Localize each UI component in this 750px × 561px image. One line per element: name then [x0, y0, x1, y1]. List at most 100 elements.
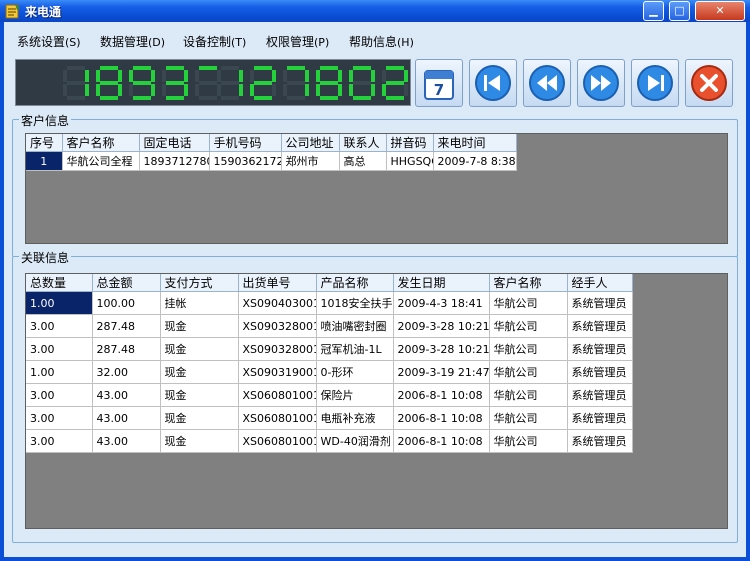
table-cell[interactable]: 系统管理员	[567, 291, 633, 315]
table-cell[interactable]: 挂帐	[160, 291, 239, 315]
table-row[interactable]: 1华航公司全程1893712780215903621725郑州市高总HHGSQC…	[26, 151, 517, 171]
table-cell[interactable]: 现金	[160, 406, 239, 430]
table-cell[interactable]: 2009-7-8 8:38	[433, 151, 517, 171]
previous-record-button[interactable]	[523, 59, 571, 107]
column-header[interactable]: 产品名称	[316, 274, 394, 292]
table-cell[interactable]: 1	[26, 151, 63, 171]
table-cell[interactable]: XS090319001	[238, 360, 317, 384]
table-cell[interactable]: 2006-8-1 10:08	[393, 383, 490, 407]
column-header[interactable]: 来电时间	[433, 134, 517, 152]
customer-grid[interactable]: 序号 客户名称 固定电话 手机号码 公司地址 联系人 拼音码 来电时间 1 华航公司全程 18937…	[25, 133, 728, 244]
table-cell[interactable]: 华航公司	[489, 337, 568, 361]
column-header[interactable]: 手机号码	[209, 134, 282, 152]
first-record-button[interactable]	[469, 59, 517, 107]
table-cell[interactable]: 华航公司	[489, 406, 568, 430]
table-cell[interactable]: 电瓶补充液	[316, 406, 394, 430]
table-cell[interactable]: 喷油嘴密封圈	[316, 314, 394, 338]
table-cell[interactable]: XS060801001	[238, 429, 317, 453]
table-cell[interactable]: WD-40润滑剂	[316, 429, 394, 453]
table-cell[interactable]: 系统管理员	[567, 337, 633, 361]
table-cell[interactable]: 2009-3-28 10:21	[393, 337, 490, 361]
table-cell[interactable]: 2006-8-1 10:08	[393, 406, 490, 430]
table-cell[interactable]: 现金	[160, 383, 239, 407]
table-cell[interactable]: 系统管理员	[567, 406, 633, 430]
column-header[interactable]: 序号	[26, 134, 63, 152]
table-cell[interactable]: XS090328001	[238, 314, 317, 338]
related-grid[interactable]: 总数量 总金额 支付方式 出货单号 产品名称 发生日期 客户名称 经手人 1.00 100.00 挂…	[25, 273, 728, 529]
table-cell[interactable]: 43.00	[92, 406, 161, 430]
table-cell[interactable]: 3.00	[26, 383, 93, 407]
table-cell[interactable]: 18937127802	[139, 151, 210, 171]
table-cell[interactable]: 现金	[160, 429, 239, 453]
column-header[interactable]: 拼音码	[386, 134, 434, 152]
minimize-button[interactable]: ▁	[643, 1, 664, 21]
table-row[interactable]: 3.00 287.48 现金 XS090328001 冠军机油-1L 2009-3-28 …	[26, 337, 633, 361]
column-header[interactable]: 经手人	[567, 274, 633, 292]
table-cell[interactable]: 系统管理员	[567, 314, 633, 338]
table-cell[interactable]: 华航公司	[489, 383, 568, 407]
table-cell[interactable]: HHGSQC	[386, 151, 434, 171]
table-cell[interactable]: XS090328001	[238, 337, 317, 361]
next-record-button[interactable]	[577, 59, 625, 107]
column-header[interactable]: 客户名称	[489, 274, 568, 292]
table-cell[interactable]: 华航公司全程	[62, 151, 140, 171]
last-record-button[interactable]	[631, 59, 679, 107]
table-cell[interactable]: 100.00	[92, 291, 161, 315]
table-cell[interactable]: 郑州市	[281, 151, 340, 171]
table-cell[interactable]: 2006-8-1 10:08	[393, 429, 490, 453]
table-cell[interactable]: 3.00	[26, 314, 93, 338]
table-cell[interactable]: 系统管理员	[567, 429, 633, 453]
menu-permission-management[interactable]: 权限管理(P)	[266, 33, 329, 50]
table-cell[interactable]: 现金	[160, 360, 239, 384]
table-row[interactable]: 1.00 100.00 挂帐 XS090403001 1018安全扶手 2009-4-3 …	[26, 291, 633, 315]
column-header[interactable]: 公司地址	[281, 134, 340, 152]
table-row[interactable]: 3.00 43.00 现金 XS060801001 电瓶补充液 2006-8-1 10:0…	[26, 406, 633, 430]
column-header[interactable]: 客户名称	[62, 134, 140, 152]
table-cell[interactable]: 43.00	[92, 383, 161, 407]
table-cell[interactable]: 0-形环	[316, 360, 394, 384]
table-cell[interactable]: 287.48	[92, 314, 161, 338]
calendar-button[interactable]: 7	[415, 59, 463, 107]
table-row[interactable]: 3.00 43.00 现金 XS060801001 WD-40润滑剂 2006-8-1 1…	[26, 429, 633, 453]
column-header[interactable]: 总数量	[26, 274, 93, 292]
table-cell[interactable]: 43.00	[92, 429, 161, 453]
table-cell[interactable]: 保险片	[316, 383, 394, 407]
table-cell[interactable]: 2009-4-3 18:41	[393, 291, 490, 315]
table-cell[interactable]: 华航公司	[489, 429, 568, 453]
table-cell[interactable]: 3.00	[26, 406, 93, 430]
table-cell[interactable]: 15903621725	[209, 151, 282, 171]
table-cell[interactable]: XS060801001	[238, 406, 317, 430]
column-header[interactable]: 固定电话	[139, 134, 210, 152]
table-cell[interactable]: 现金	[160, 337, 239, 361]
table-row[interactable]: 1.00 32.00 现金 XS090319001 0-形环 2009-3-19 21:4…	[26, 360, 633, 384]
table-cell[interactable]: 系统管理员	[567, 383, 633, 407]
close-app-button[interactable]	[685, 59, 733, 107]
maximize-button[interactable]: □	[669, 1, 690, 21]
menu-data-management[interactable]: 数据管理(D)	[100, 33, 165, 50]
table-cell[interactable]: 2009-3-19 21:47	[393, 360, 490, 384]
table-cell[interactable]: 华航公司	[489, 314, 568, 338]
table-cell[interactable]: 华航公司	[489, 291, 568, 315]
table-row[interactable]: 3.00 287.48 现金 XS090328001 喷油嘴密封圈 2009-3-28 1…	[26, 314, 633, 338]
table-cell[interactable]: 现金	[160, 314, 239, 338]
menu-system-settings[interactable]: 系统设置(S)	[17, 33, 81, 50]
table-cell[interactable]: 3.00	[26, 429, 93, 453]
table-cell[interactable]: 系统管理员	[567, 360, 633, 384]
column-header[interactable]: 联系人	[339, 134, 387, 152]
column-header[interactable]: 出货单号	[238, 274, 317, 292]
table-cell[interactable]: XS090403001	[238, 291, 317, 315]
title-bar[interactable]: 来电通 ▁ □ ✕	[0, 0, 750, 22]
table-cell[interactable]: XS060801001	[238, 383, 317, 407]
table-cell[interactable]: 32.00	[92, 360, 161, 384]
column-header[interactable]: 发生日期	[393, 274, 490, 292]
table-cell[interactable]: 冠军机油-1L	[316, 337, 394, 361]
table-cell[interactable]: 高总	[339, 151, 387, 171]
table-cell[interactable]: 3.00	[26, 337, 93, 361]
table-cell[interactable]: 1.00	[26, 291, 93, 315]
table-cell[interactable]: 1.00	[26, 360, 93, 384]
table-row[interactable]: 3.00 43.00 现金 XS060801001 保险片 2006-8-1 10:08 华…	[26, 383, 633, 407]
menu-help-info[interactable]: 帮助信息(H)	[349, 33, 414, 50]
menu-device-control[interactable]: 设备控制(T)	[183, 33, 246, 50]
column-header[interactable]: 总金额	[92, 274, 161, 292]
table-cell[interactable]: 287.48	[92, 337, 161, 361]
